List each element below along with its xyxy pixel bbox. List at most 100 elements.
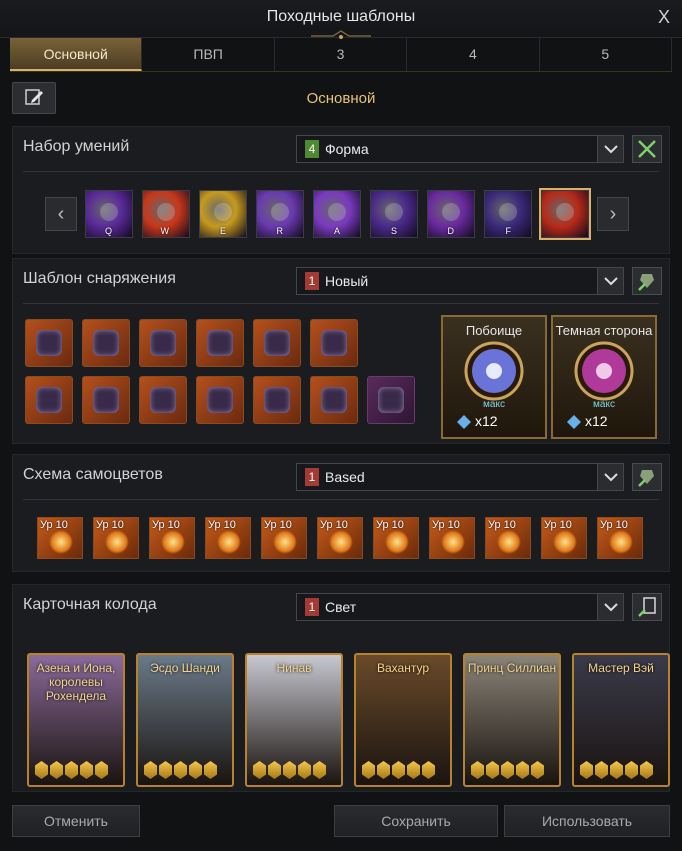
gem-slot[interactable]: Ур 10	[205, 517, 251, 559]
card-slot[interactable]: Принц Силлиан	[463, 653, 561, 787]
gem-slot[interactable]: Ур 10	[597, 517, 643, 559]
gem-icon	[105, 530, 129, 554]
engraving-card[interactable]: Побоище макс x12	[441, 315, 547, 439]
gem-icon	[553, 530, 577, 554]
armor-arrow-icon	[638, 274, 654, 291]
next-arrow-button[interactable]: ›	[597, 197, 629, 231]
tab-1[interactable]: Основной	[10, 38, 143, 71]
skill-slot[interactable]: E	[199, 190, 247, 238]
shoulder-armor-icon	[93, 330, 119, 356]
awakening-gems	[35, 761, 108, 779]
section-title: Набор умений	[23, 138, 130, 155]
gem-settings-button[interactable]	[632, 463, 662, 491]
gem-slot[interactable]: Ур 10	[541, 517, 587, 559]
gem-slot[interactable]: Ур 10	[373, 517, 419, 559]
skill-slot[interactable]	[539, 188, 591, 240]
card-name: Азена и Иона, королевы Рохендела	[36, 661, 116, 703]
awakening-gem-icon	[204, 761, 217, 779]
gem-level: Ур 10	[376, 519, 404, 531]
skill-slot[interactable]: W	[142, 190, 190, 238]
card-slot[interactable]: Эсдо Шанди	[136, 653, 234, 787]
gem-preset-dropdown[interactable]: 1 Based	[296, 463, 624, 491]
gem-level: Ур 10	[600, 519, 628, 531]
equipment-slot[interactable]	[139, 319, 187, 367]
equipment-slot[interactable]	[25, 319, 73, 367]
equipment-slot[interactable]	[139, 376, 187, 424]
awakening-gems	[580, 761, 653, 779]
skill-slot[interactable]: Q	[85, 190, 133, 238]
window-titlebar: Походные шаблоны X	[0, 0, 682, 39]
gem-slot[interactable]: Ур 10	[429, 517, 475, 559]
section-divider	[23, 499, 659, 500]
gem-slot[interactable]: Ур 10	[485, 517, 531, 559]
skill-slot[interactable]: S	[370, 190, 418, 238]
equipment-slot[interactable]	[196, 319, 244, 367]
skill-slot[interactable]: D	[427, 190, 475, 238]
equipment-slot[interactable]	[82, 376, 130, 424]
equipment-slot[interactable]	[196, 376, 244, 424]
gem-icon	[385, 530, 409, 554]
skills-section: Набор умений 4 Форма ‹ Q W E R A S D F ›	[12, 126, 670, 254]
skill-key-label: A	[333, 226, 340, 236]
bracelet-icon	[321, 387, 347, 413]
window-title: Походные шаблоны	[266, 8, 416, 25]
close-button[interactable]: X	[658, 7, 670, 28]
card-slot[interactable]: Вахантур	[354, 653, 452, 787]
equipment-slot[interactable]	[310, 319, 358, 367]
skill-preset-dropdown[interactable]: 4 Форма	[296, 135, 624, 163]
card-settings-button[interactable]	[632, 593, 662, 621]
use-button[interactable]: Использовать	[504, 805, 670, 837]
tab-3[interactable]: 3	[275, 38, 408, 71]
card-slot[interactable]: Азена и Иона, королевы Рохендела	[27, 653, 125, 787]
gem-slot[interactable]: Ур 10	[93, 517, 139, 559]
dropdown-value: Новый	[325, 273, 369, 289]
equipment-slot[interactable]	[367, 376, 415, 424]
equipment-settings-button[interactable]	[632, 267, 662, 295]
equipment-slot[interactable]	[25, 376, 73, 424]
tab-4[interactable]: 4	[407, 38, 540, 71]
awakening-gem-icon	[580, 761, 593, 779]
equipment-slot[interactable]	[253, 319, 301, 367]
engraving-level: макс	[483, 399, 505, 410]
gem-level: Ур 10	[488, 519, 516, 531]
gem-icon	[441, 530, 465, 554]
equipment-slot[interactable]	[82, 319, 130, 367]
section-title: Шаблон снаряжения	[23, 270, 176, 287]
cancel-button[interactable]: Отменить	[12, 805, 140, 837]
engraving-name: Темная сторона	[555, 323, 653, 338]
skill-slot[interactable]: F	[484, 190, 532, 238]
prev-arrow-button[interactable]: ‹	[45, 197, 77, 231]
awakening-gems	[471, 761, 544, 779]
gem-level: Ур 10	[264, 519, 292, 531]
awakening-gem-icon	[298, 761, 311, 779]
engraving-card[interactable]: Темная сторона макс x12	[551, 315, 657, 439]
diamond-icon	[567, 415, 581, 429]
equipment-preset-dropdown[interactable]: 1 Новый	[296, 267, 624, 295]
gem-slot[interactable]: Ур 10	[317, 517, 363, 559]
skill-settings-button[interactable]	[632, 135, 662, 163]
card-preset-dropdown[interactable]: 1 Свет	[296, 593, 624, 621]
awakening-gem-icon	[471, 761, 484, 779]
spiral-icon	[499, 203, 517, 221]
equipment-slot[interactable]	[310, 376, 358, 424]
skill-slot[interactable]: A	[313, 190, 361, 238]
awakening-gem-icon	[95, 761, 108, 779]
skill-bar: ‹ Q W E R A S D F ›	[45, 188, 629, 240]
tab-5[interactable]: 5	[540, 38, 673, 71]
skill-list: QWER A SDF	[85, 188, 591, 240]
dropdown-value: Based	[325, 469, 365, 485]
preset-number-badge: 1	[305, 272, 319, 290]
awakening-gem-icon	[283, 761, 296, 779]
card-slot[interactable]: Нинав	[245, 653, 343, 787]
skill-slot[interactable]: R	[256, 190, 304, 238]
chest-armor-icon	[150, 330, 176, 356]
tab-2[interactable]: ПВП	[142, 38, 275, 71]
gem-slot[interactable]: Ур 10	[261, 517, 307, 559]
gem-slot[interactable]: Ур 10	[149, 517, 195, 559]
diamond-icon	[457, 415, 471, 429]
card-slot[interactable]: Мастер Вэй	[572, 653, 670, 787]
save-button[interactable]: Сохранить	[334, 805, 498, 837]
equipment-slot[interactable]	[253, 376, 301, 424]
gem-slot[interactable]: Ур 10	[37, 517, 83, 559]
awakening-gem-icon	[407, 761, 420, 779]
